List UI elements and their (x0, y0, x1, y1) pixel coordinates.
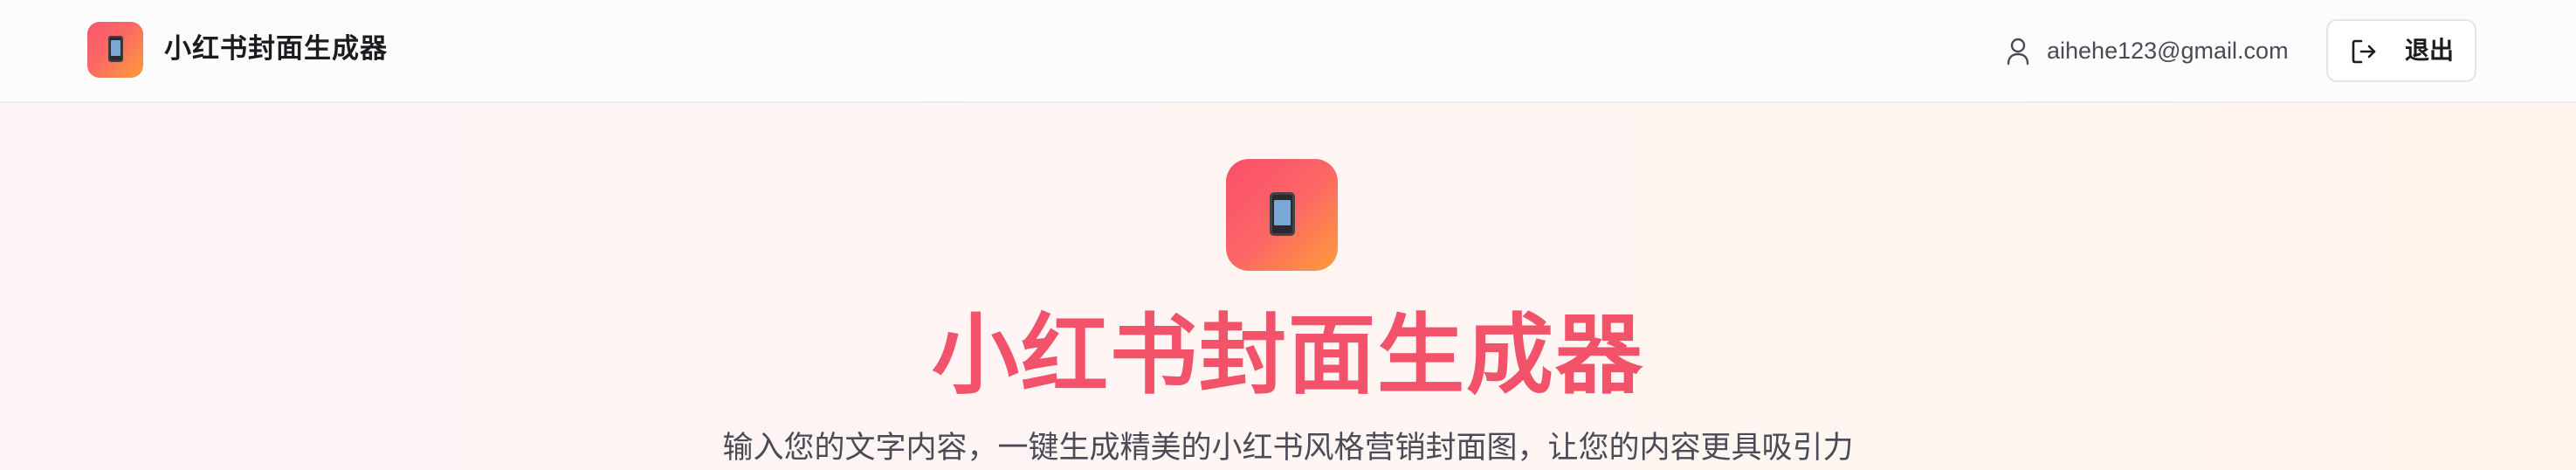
logout-icon (2352, 39, 2376, 64)
hero-subtitle: 输入您的文字内容，一键生成精美的小红书风格营销封面图，让您的内容更具吸引力 (722, 431, 1854, 466)
hero-logo (1226, 159, 1338, 271)
app-logo[interactable] (87, 22, 143, 78)
logout-label: 退出 (2405, 37, 2455, 64)
hero-title: 小红书封面生成器 (932, 304, 1644, 406)
app-title[interactable]: 小红书封面生成器 (164, 30, 388, 68)
user-icon (2007, 38, 2029, 66)
user-email: aihehe123@gmail.com (2047, 38, 2289, 64)
logout-button[interactable]: 退出 (2326, 19, 2476, 82)
top-nav-bar: 小红书封面生成器 aihehe123@gmail.com 退出 (0, 0, 2576, 103)
phone-icon (108, 36, 123, 62)
phone-icon (1270, 192, 1295, 236)
